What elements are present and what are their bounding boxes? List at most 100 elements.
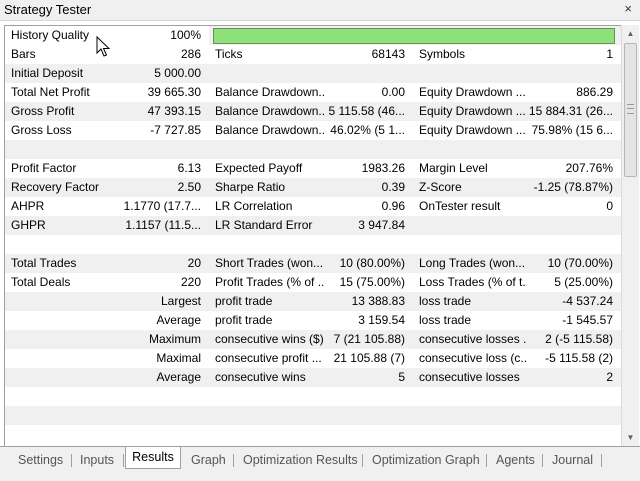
- stat-value: [105, 387, 201, 406]
- tab-optimization-results[interactable]: Optimization Results: [243, 451, 358, 469]
- window-title: Strategy Tester: [4, 2, 92, 17]
- stat-label: [419, 235, 527, 254]
- stats-row: [5, 235, 622, 254]
- stats-row: Maximum consecutive wins ($) 7 (21 105.88)…: [5, 330, 622, 349]
- tab-separator: [123, 454, 124, 467]
- stat-value: 1: [606, 47, 613, 61]
- tab-optimization-graph[interactable]: Optimization Graph: [372, 451, 480, 469]
- stat-value: [525, 406, 613, 425]
- stat-value: [105, 425, 201, 444]
- stats-row: Average profit trade 3 159.54 loss trade -1 …: [5, 311, 622, 330]
- stat-value: 75.98% (15 6...: [531, 123, 613, 137]
- stat-value: 47 393.15: [147, 104, 201, 118]
- stat-label: consecutive losses ...: [419, 332, 527, 346]
- stat-value: [305, 387, 405, 406]
- window-titlebar: Strategy Tester ×: [0, 0, 640, 21]
- stat-value: Largest: [160, 294, 201, 308]
- stat-value: -5 115.58 (2): [545, 351, 613, 365]
- stat-value: 1.1770 (17.7...: [123, 199, 201, 213]
- stat-value: 10 (80.00%): [339, 256, 405, 270]
- stat-value: Maximum: [148, 332, 201, 346]
- stat-value: [305, 406, 405, 425]
- stat-label: consecutive losses: [419, 370, 520, 384]
- stat-value: 5 115.58 (46...: [328, 104, 406, 118]
- stats-row: [5, 425, 622, 444]
- scroll-up-arrow-icon[interactable]: ▲: [622, 25, 639, 42]
- tab-results[interactable]: Results: [125, 447, 181, 469]
- stat-value: [525, 216, 613, 235]
- stat-value: 0.39: [381, 180, 405, 194]
- tab-agents[interactable]: Agents: [496, 451, 535, 469]
- stat-label: Long Trades (won...: [419, 256, 526, 270]
- stat-value: 2 (-5 115.58): [545, 332, 613, 346]
- stats-row: Average consecutive wins 5 consecutive loss…: [5, 368, 622, 387]
- stat-value: 2.50: [177, 180, 201, 194]
- stats-row: [5, 406, 622, 425]
- stat-value: 46.02% (5 1...: [330, 123, 405, 137]
- stats-row: Gross Profit 47 393.15 Balance Drawdown...…: [5, 102, 622, 121]
- tab-separator: [362, 454, 363, 467]
- stat-value: 6.13: [177, 161, 201, 175]
- stats-row: Initial Deposit 5 000.00: [5, 64, 622, 83]
- stat-label: Equity Drawdown ...: [419, 104, 526, 118]
- stat-value: Average: [156, 313, 201, 327]
- stat-value: 3 947.84: [358, 218, 405, 232]
- stat-value: 5 000.00: [154, 66, 201, 80]
- stat-label: loss trade: [419, 294, 472, 308]
- stat-label: [419, 425, 527, 444]
- stats-row: Total Trades 20 Short Trades (won... 10 (80…: [5, 254, 622, 273]
- stat-value: -1.25 (78.87%): [533, 180, 613, 194]
- stat-value: 68143: [371, 47, 405, 61]
- stat-value: 7 (21 105.88): [333, 332, 405, 346]
- stat-value: 2: [606, 370, 613, 384]
- history-quality-bar: [213, 28, 615, 44]
- scroll-down-arrow-icon[interactable]: ▼: [622, 429, 639, 446]
- stats-row: Gross Loss -7 727.85 Balance Drawdown... 46…: [5, 121, 622, 140]
- stat-value: 1983.26: [361, 161, 405, 175]
- stat-value: 15 884.31 (26...: [528, 104, 613, 118]
- stat-value: 0.96: [381, 199, 405, 213]
- stat-label: Z-Score: [419, 180, 462, 194]
- stat-value: 0: [606, 199, 613, 213]
- stat-value: [525, 235, 613, 254]
- stat-value: 21 105.88 (7): [333, 351, 405, 365]
- stat-value: 5: [398, 370, 405, 384]
- tab-settings[interactable]: Settings: [18, 451, 63, 469]
- stat-label: OnTester result: [419, 199, 501, 213]
- stat-value: 207.76%: [565, 161, 613, 175]
- stats-row: Recovery Factor 2.50 Sharpe Ratio 0.39 Z-Sco…: [5, 178, 622, 197]
- close-icon[interactable]: ×: [624, 1, 632, 16]
- tester-tab-bar: Settings Inputs Results Graph Optimizati…: [0, 446, 640, 481]
- tab-inputs[interactable]: Inputs: [80, 451, 114, 469]
- stat-value: [525, 387, 613, 406]
- stat-label: loss trade: [419, 313, 472, 327]
- stat-value: 5 (25.00%): [554, 275, 613, 289]
- tab-separator: [486, 454, 487, 467]
- tab-separator: [71, 454, 72, 467]
- stat-value: 3 159.54: [358, 313, 405, 327]
- stat-value: 15 (75.00%): [339, 275, 405, 289]
- stat-label: consecutive loss (c...: [419, 351, 527, 365]
- stat-value: [305, 235, 405, 254]
- tab-journal[interactable]: Journal: [552, 451, 593, 469]
- stats-row: [5, 140, 622, 159]
- stat-value: [105, 406, 201, 425]
- tab-graph[interactable]: Graph: [191, 451, 226, 469]
- stat-value: [305, 140, 405, 159]
- stat-value: 39 665.30: [147, 85, 201, 99]
- stat-label: Equity Drawdown ...: [419, 123, 526, 137]
- stats-row: [5, 387, 622, 406]
- tab-separator: [601, 454, 602, 467]
- scrollbar-thumb[interactable]: [624, 43, 637, 177]
- stat-value: [525, 64, 613, 83]
- stat-value: [525, 425, 613, 444]
- stat-value: -7 727.85: [150, 123, 201, 137]
- stat-value: 1.1157 (11.5...: [125, 218, 201, 232]
- stat-label: [419, 140, 527, 159]
- stat-value: Average: [156, 370, 201, 384]
- vertical-scrollbar[interactable]: ▲ ▼: [621, 25, 639, 446]
- stat-value: 10 (70.00%): [547, 256, 613, 270]
- stat-value: [305, 425, 405, 444]
- stats-row: Total Deals 220 Profit Trades (% of ... 15 …: [5, 273, 622, 292]
- stat-value: [105, 140, 201, 159]
